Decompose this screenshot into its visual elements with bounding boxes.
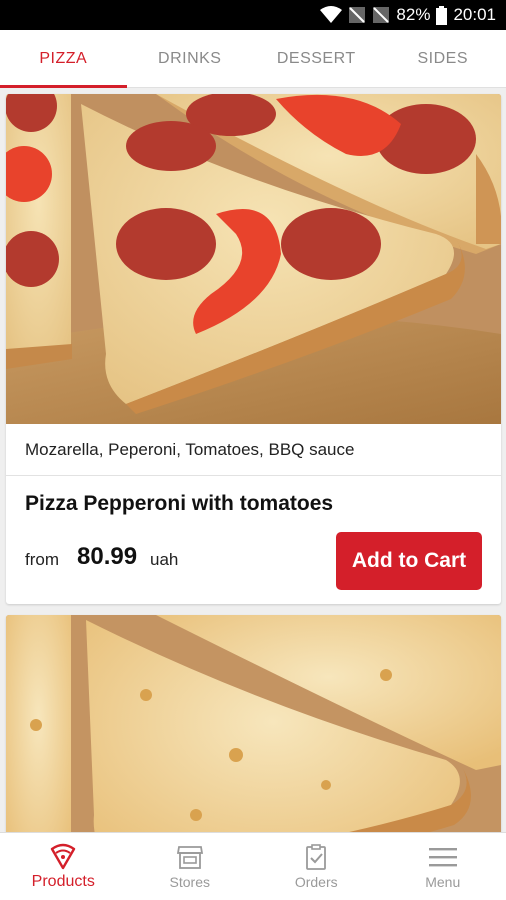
pepperoni-pizza-photo [6, 94, 501, 424]
nav-products[interactable]: Products [0, 833, 127, 900]
store-icon [176, 846, 203, 869]
add-to-cart-button[interactable]: Add to Cart [336, 532, 482, 590]
tab-drinks[interactable]: DRINKS [127, 30, 254, 87]
nav-products-label: Products [31, 873, 95, 890]
nav-orders-label: Orders [294, 874, 338, 890]
product-price: 80.99 [77, 543, 138, 570]
price-row: from 80.99 uah Add to Cart [6, 516, 501, 590]
nav-menu-label: Menu [425, 874, 461, 890]
clipboard-check-icon [306, 844, 327, 870]
tab-dessert[interactable]: DESSERT [253, 30, 380, 87]
cheese-pizza-photo [6, 615, 501, 832]
tab-sides[interactable]: SIDES [380, 30, 506, 87]
product-name: Pizza Pepperoni with tomatoes [25, 492, 334, 515]
nav-stores-label: Stores [169, 874, 210, 890]
clock: 20:01 [453, 5, 496, 24]
category-tabs: PIZZA DRINKS DESSERT SIDES [0, 30, 506, 88]
pizza-slice-icon [51, 843, 76, 870]
nav-orders[interactable]: Orders [253, 833, 380, 900]
product-card[interactable] [6, 615, 501, 832]
no-signal-icon [349, 7, 366, 23]
nav-stores[interactable]: Stores [127, 833, 254, 900]
no-signal-icon-2 [373, 7, 390, 23]
status-bar: 82% 20:01 [0, 0, 506, 30]
tab-pizza[interactable]: PIZZA [0, 30, 127, 88]
battery-percent: 82% [396, 5, 431, 24]
nav-menu[interactable]: Menu [380, 833, 506, 900]
product-card[interactable]: Mozarella, Peperoni, Tomatoes, BBQ sauce… [6, 94, 501, 604]
battery-icon [436, 5, 448, 25]
product-list[interactable]: Mozarella, Peperoni, Tomatoes, BBQ sauce… [0, 88, 506, 832]
wifi-icon [320, 6, 343, 23]
price-currency: uah [150, 550, 179, 569]
hamburger-menu-icon [428, 848, 457, 867]
product-ingredients: Mozarella, Peperoni, Tomatoes, BBQ sauce [6, 424, 501, 476]
bottom-navigation: Products Stores Orders Menu [0, 832, 506, 900]
price-prefix: from [25, 550, 59, 569]
